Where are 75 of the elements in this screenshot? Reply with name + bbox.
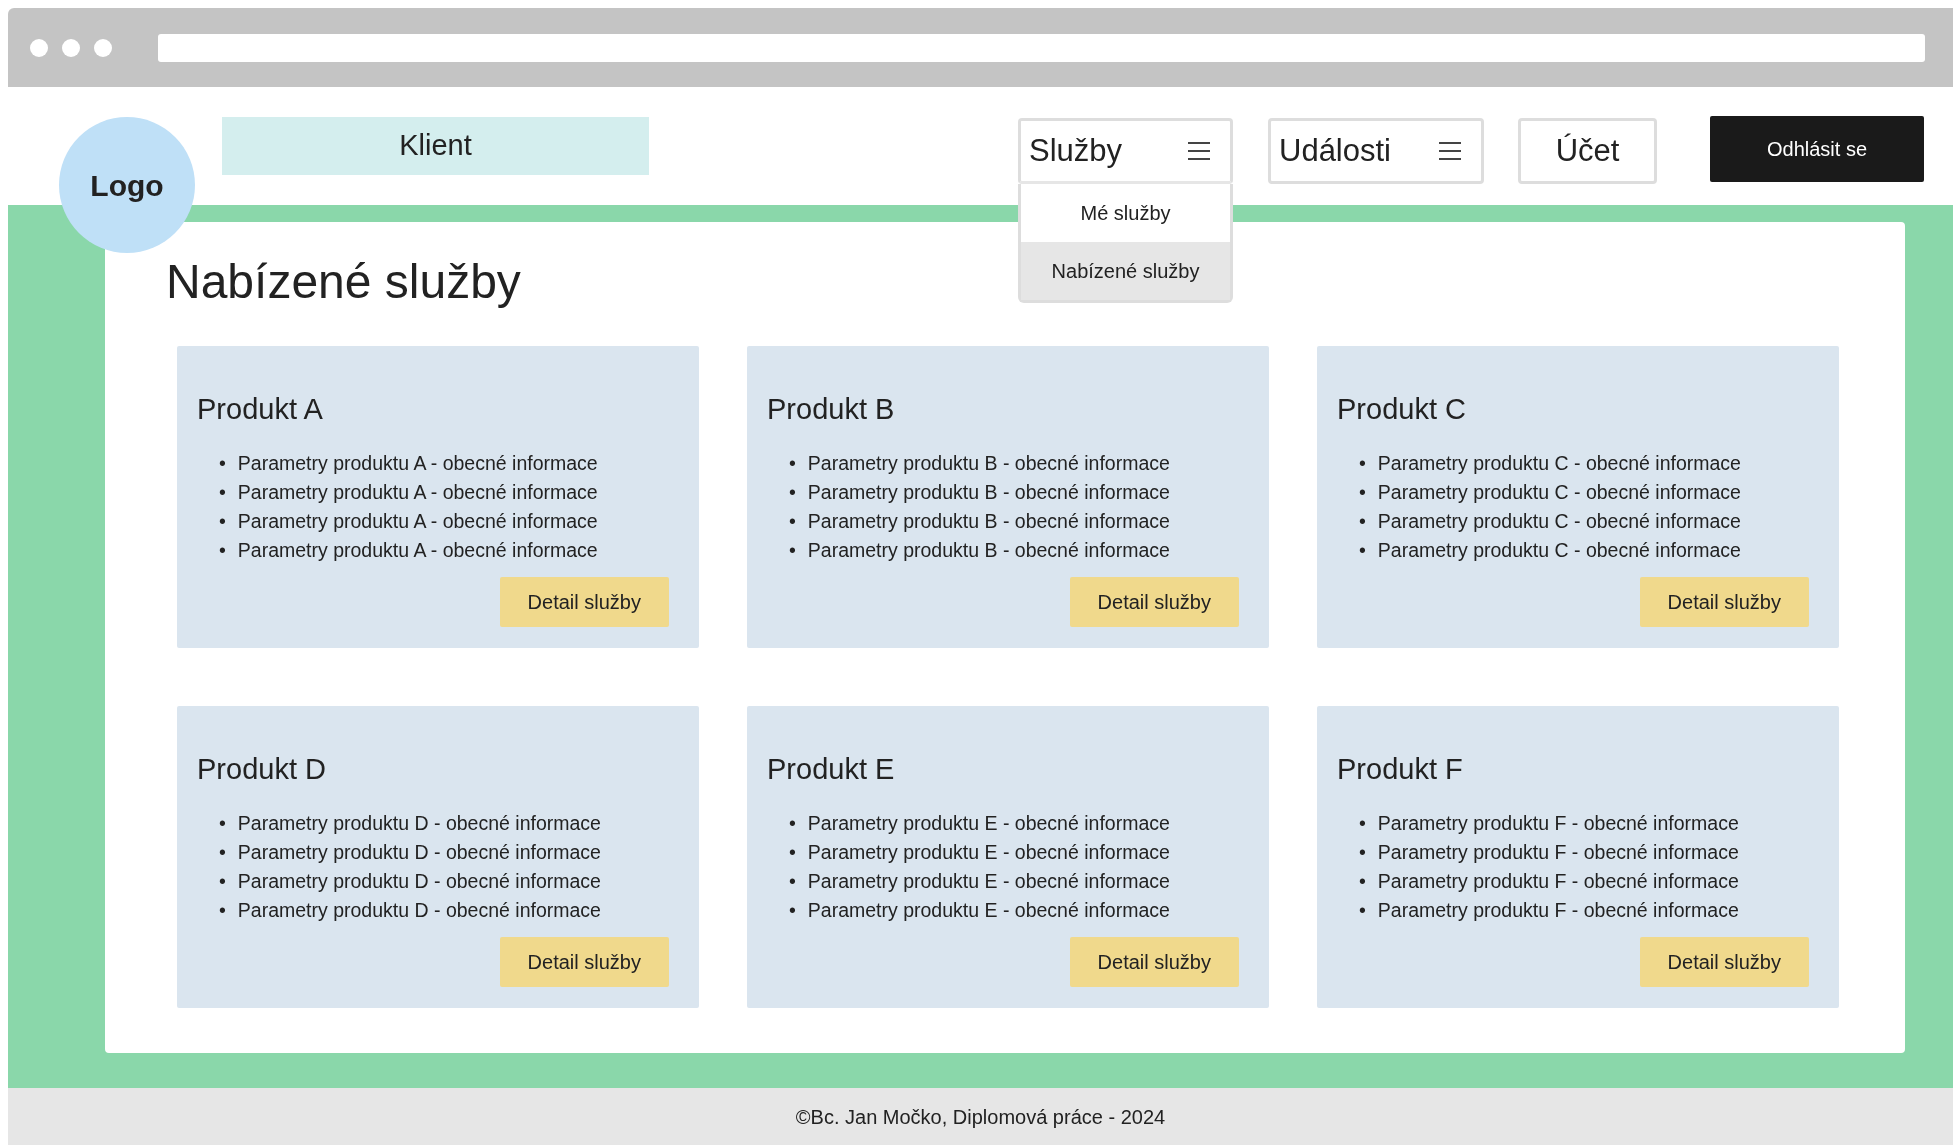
menu-icon <box>1439 141 1461 161</box>
detail-button[interactable]: Detail služby <box>1639 936 1809 987</box>
card-title: Produkt F <box>1337 752 1464 787</box>
page-heading: Nabízené služby <box>166 254 521 310</box>
bullet: • <box>789 508 796 534</box>
bullet: • <box>1359 508 1366 534</box>
list-item: Parametry produktu B - obecné informace <box>807 537 1170 563</box>
dropdown-button[interactable]: Události <box>1268 118 1484 184</box>
window-dot-icon <box>62 38 80 57</box>
window-dot-icon <box>94 38 112 57</box>
detail-button[interactable]: Detail služby <box>1069 576 1239 627</box>
list-item: Parametry produktu D - obecné informace <box>237 839 601 865</box>
card-title: Produkt C <box>1337 392 1467 427</box>
list-item: Parametry produktu F - obecné informace <box>1377 810 1739 836</box>
list-item: Parametry produktu C - obecné informace <box>1377 450 1741 476</box>
bullet: • <box>789 479 796 505</box>
bullet: • <box>789 450 796 476</box>
list-item: Parametry produktu B - obecné informace <box>807 508 1170 534</box>
list-item: Parametry produktu D - obecné informace <box>237 868 601 894</box>
address-bar[interactable] <box>158 33 1925 62</box>
bullet: • <box>1359 479 1366 505</box>
menu-icon <box>1188 141 1210 161</box>
list-item: Parametry produktu A - obecné informace <box>237 450 598 476</box>
card-title: Produkt E <box>767 752 896 787</box>
list-item: Parametry produktu A - obecné informace <box>237 479 598 505</box>
list-item: Parametry produktu C - obecné informace <box>1377 479 1741 505</box>
detail-button[interactable]: Detail služby <box>1639 576 1809 627</box>
bullet: • <box>1359 450 1366 476</box>
detail-button[interactable]: Detail služby <box>499 576 669 627</box>
list-item: Parametry produktu F - obecné informace <box>1377 897 1739 923</box>
account-button[interactable]: Účet <box>1518 118 1657 184</box>
list-item: Parametry produktu E - obecné informace <box>807 839 1170 865</box>
bullet: • <box>1359 839 1366 865</box>
bullet: • <box>789 839 796 865</box>
client-label: Klient <box>222 117 649 175</box>
bullet: • <box>219 897 226 923</box>
bullet: • <box>219 450 226 476</box>
bullet: • <box>219 810 226 836</box>
list-item: Parametry produktu F - obecné informace <box>1377 868 1739 894</box>
bullet: • <box>219 508 226 534</box>
card-title: Produkt B <box>767 392 896 427</box>
list-item: Parametry produktu E - obecné informace <box>807 897 1170 923</box>
list-item: Parametry produktu B - obecné informace <box>807 479 1170 505</box>
list-item: Parametry produktu E - obecné informace <box>807 868 1170 894</box>
dropdown-button[interactable]: Služby <box>1018 118 1233 184</box>
list-item: Parametry produktu D - obecné informace <box>237 810 601 836</box>
bullet: • <box>219 839 226 865</box>
bullet: • <box>789 810 796 836</box>
card-title: Produkt D <box>197 752 327 787</box>
card-title: Produkt A <box>197 392 324 427</box>
list-item: Parametry produktu E - obecné informace <box>807 810 1170 836</box>
window-dot-icon <box>30 38 48 57</box>
logout-button[interactable]: Odhlásit se <box>1710 116 1924 182</box>
list-item: Parametry produktu D - obecné informace <box>237 897 601 923</box>
bullet: • <box>1359 537 1366 563</box>
bullet: • <box>219 868 226 894</box>
bullet: • <box>789 897 796 923</box>
bullet: • <box>1359 868 1366 894</box>
footer: ©Bc. Jan Močko, Diplomová práce - 2024 <box>8 1088 1953 1145</box>
bullet: • <box>789 868 796 894</box>
list-item: Parametry produktu C - obecné informace <box>1377 537 1741 563</box>
list-item: Parametry produktu A - obecné informace <box>237 537 598 563</box>
bullet: • <box>219 479 226 505</box>
logo: Logo <box>59 117 195 253</box>
list-item: Parametry produktu F - obecné informace <box>1377 839 1739 865</box>
list-item: Parametry produktu A - obecné informace <box>237 508 598 534</box>
bullet: • <box>789 537 796 563</box>
bullet: • <box>1359 810 1366 836</box>
bullet: • <box>219 537 226 563</box>
detail-button[interactable]: Detail služby <box>1069 936 1239 987</box>
menu-item[interactable]: Mé služby <box>1021 184 1230 242</box>
bullet: • <box>1359 897 1366 923</box>
detail-button[interactable]: Detail služby <box>499 936 669 987</box>
list-item: Parametry produktu B - obecné informace <box>807 450 1170 476</box>
list-item: Parametry produktu C - obecné informace <box>1377 508 1741 534</box>
